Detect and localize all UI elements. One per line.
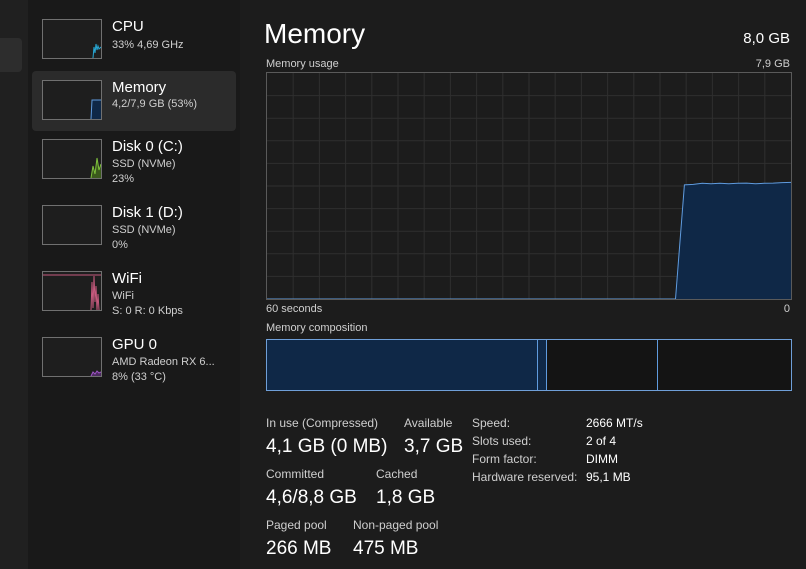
memory-composition-label: Memory composition xyxy=(266,322,368,334)
sidebar-item-subtitle: WiFi xyxy=(112,290,134,302)
hardware-reserved-value: 95,1 MB xyxy=(586,470,631,484)
sidebar-item-memory[interactable]: Memory 4,2/7,9 GB (53%) xyxy=(32,71,236,131)
sidebar-item-wifi[interactable]: WiFi WiFi S: 0 R: 0 Kbps xyxy=(32,262,236,322)
cached-label: Cached xyxy=(376,467,418,481)
committed-value: 4,6/8,8 GB xyxy=(266,487,357,508)
sidebar-item-detail: S: 0 R: 0 Kbps xyxy=(112,305,183,317)
paged-pool-label: Paged pool xyxy=(266,518,327,532)
non-paged-pool-label: Non-paged pool xyxy=(353,518,439,532)
device-sidebar: CPU 33% 4,69 GHz Memory 4,2/7,9 GB (53%)… xyxy=(28,0,240,569)
sidebar-item-title: CPU xyxy=(112,18,144,35)
sidebar-item-gpu-0[interactable]: GPU 0 AMD Radeon RX 6... 8% (33 °C) xyxy=(32,328,236,388)
hardware-reserved-label: Hardware reserved: xyxy=(472,470,578,484)
sidebar-item-title: Disk 0 (C:) xyxy=(112,138,183,155)
memory-thumbnail-graph xyxy=(42,80,102,120)
sidebar-item-subtitle: SSD (NVMe) xyxy=(112,158,176,170)
sidebar-item-disk-1[interactable]: Disk 1 (D:) SSD (NVMe) 0% xyxy=(32,196,236,256)
total-memory: 8,0 GB xyxy=(743,30,790,47)
sidebar-item-subtitle: 4,2/7,9 GB (53%) xyxy=(112,98,197,110)
composition-modified-segment[interactable] xyxy=(538,340,547,390)
disk-0-thumbnail-graph xyxy=(42,139,102,179)
sidebar-item-subtitle: SSD (NVMe) xyxy=(112,224,176,236)
sidebar-item-title: Memory xyxy=(112,79,167,96)
disk-1-thumbnail-graph xyxy=(42,205,102,245)
speed-value: 2666 MT/s xyxy=(586,416,643,430)
slots-used-value: 2 of 4 xyxy=(586,434,617,448)
composition-standby-segment[interactable] xyxy=(546,340,659,390)
memory-usage-graph xyxy=(266,72,792,300)
committed-label: Committed xyxy=(266,467,325,481)
available-value: 3,7 GB xyxy=(404,436,464,457)
sidebar-item-detail: 0% xyxy=(112,239,128,251)
sidebar-item-subtitle: 33% 4,69 GHz xyxy=(112,39,184,51)
slots-used-label: Slots used: xyxy=(472,434,532,448)
in-use-label: In use (Compressed) xyxy=(266,416,379,430)
sidebar-item-cpu[interactable]: CPU 33% 4,69 GHz xyxy=(32,10,236,70)
in-use-value: 4,1 GB (0 MB) xyxy=(266,436,388,457)
composition-free-segment[interactable] xyxy=(658,340,791,390)
paged-pool-value: 266 MB xyxy=(266,538,332,559)
navigation-rail xyxy=(0,0,28,569)
cached-value: 1,8 GB xyxy=(376,487,436,508)
sidebar-item-subtitle: AMD Radeon RX 6... xyxy=(112,356,215,368)
memory-usage-max-label: 7,9 GB xyxy=(755,58,790,70)
sidebar-item-title: Disk 1 (D:) xyxy=(112,204,183,221)
sidebar-item-detail: 23% xyxy=(112,173,135,185)
graph-time-span-label: 60 seconds xyxy=(266,303,323,315)
composition-in-use-segment[interactable] xyxy=(267,340,539,390)
form-factor-label: Form factor: xyxy=(472,452,537,466)
non-paged-pool-value: 475 MB xyxy=(353,538,419,559)
memory-usage-chart xyxy=(267,73,792,300)
speed-label: Speed: xyxy=(472,416,511,430)
wifi-thumbnail-graph xyxy=(42,271,102,311)
graph-zero-label: 0 xyxy=(783,303,790,315)
memory-composition-bar xyxy=(266,339,792,391)
form-factor-value: DIMM xyxy=(586,452,618,466)
page-title: Memory xyxy=(264,18,366,49)
cpu-thumbnail-graph xyxy=(42,19,102,59)
sidebar-item-title: WiFi xyxy=(112,270,142,287)
memory-usage-label: Memory usage xyxy=(266,58,339,70)
sidebar-item-detail: 8% (33 °C) xyxy=(112,371,166,383)
gpu-thumbnail-graph xyxy=(42,337,102,377)
sidebar-item-disk-0[interactable]: Disk 0 (C:) SSD (NVMe) 23% xyxy=(32,130,236,190)
available-label: Available xyxy=(404,416,453,430)
nav-rail-selected-indicator[interactable] xyxy=(0,38,22,72)
sidebar-item-title: GPU 0 xyxy=(112,336,158,353)
memory-detail-panel: Memory 8,0 GB Memory usage 7,9 GB 60 sec… xyxy=(240,0,806,569)
